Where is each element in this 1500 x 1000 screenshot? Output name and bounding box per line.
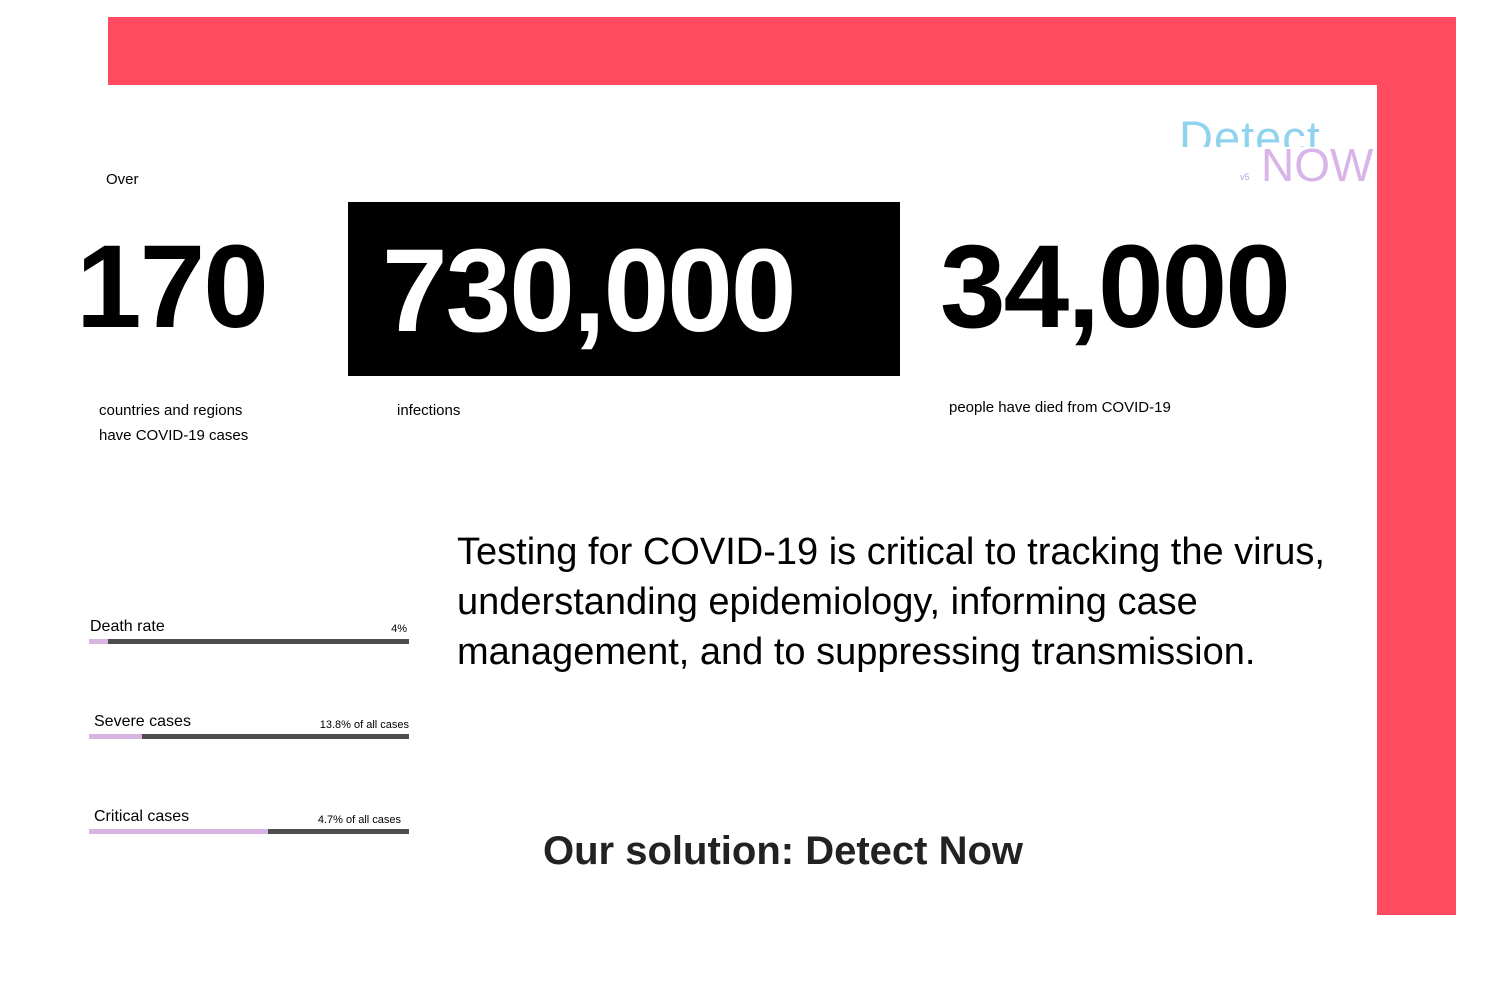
critical-cases-fill [89,829,269,834]
deaths-count: 34,000 [940,221,1291,353]
solution-heading: Our solution: Detect Now [543,829,1023,873]
severe-cases-fill [89,734,142,739]
detect-now-logo: Detect v5 NOW [1176,112,1373,192]
countries-prefix: Over [106,171,139,188]
logo-mark-icon: v5 [1240,172,1250,182]
death-rate-label: Death rate [90,618,165,635]
infections-caption: infections [397,402,461,419]
severe-cases-stat: Severe cases 13.8% of all cases [89,712,409,752]
infections-highlight: 730,000 [348,202,900,376]
accent-frame-top [108,17,1456,85]
critical-cases-stat: Critical cases 4.7% of all cases [89,807,409,847]
death-rate-track [89,639,409,644]
critical-cases-label: Critical cases [94,808,190,825]
death-rate-stat: Death rate 4% [89,617,409,657]
infections-count: 730,000 [382,225,797,357]
severe-cases-label: Severe cases [94,713,191,730]
countries-caption: countries and regions have COVID-19 case… [99,402,249,444]
critical-cases-value: 4.7% of all cases [317,814,401,826]
logo-now-text: NOW [1261,139,1374,191]
accent-frame-right [1377,17,1456,915]
critical-cases-track [89,829,409,834]
severe-cases-track [89,734,409,739]
death-rate-value: 4% [391,623,407,635]
death-rate-fill [89,639,109,644]
countries-count: 170 [76,221,269,353]
severe-cases-value: 13.8% of all cases [319,719,409,731]
deaths-caption: people have died from COVID-19 [949,399,1171,416]
testing-quote: Testing for COVID-19 is critical to trac… [457,531,1325,673]
